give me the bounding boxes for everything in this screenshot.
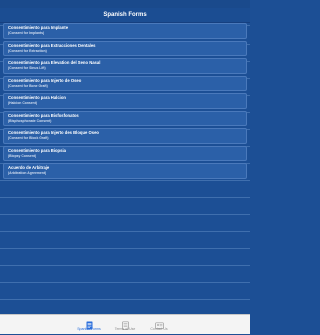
forms-table[interactable]: Consentimiento para Implante (Consent fo… — [0, 23, 250, 314]
form-row-block-graft-consent[interactable]: Consentimiento para Injerto des Bloque O… — [3, 128, 247, 144]
document-icon — [85, 317, 94, 330]
status-bar — [0, 0, 250, 8]
tab-contact-us[interactable]: Contact Us — [139, 315, 179, 334]
form-row-arbitration-agreement[interactable]: Acuerdo de Arbitraje (Arbitration Agreem… — [3, 163, 247, 179]
tab-label: Contact Us — [150, 327, 168, 331]
forms-list: Consentimiento para Implante (Consent fo… — [3, 23, 247, 181]
form-subtitle: (Consent for Bone Graft) — [8, 83, 48, 88]
form-row-implant-consent[interactable]: Consentimiento para Implante (Consent fo… — [3, 23, 247, 39]
form-subtitle: (Consent for Extraction) — [8, 48, 47, 53]
form-row-sinus-lift-consent[interactable]: Consentimiento para Elevation del Seno N… — [3, 58, 247, 74]
contact-card-icon — [154, 317, 164, 329]
tab-bar: Spanish Forms Terms of Use Contact Us — [0, 314, 250, 334]
form-subtitle: (Consent for Implants) — [8, 31, 45, 35]
form-subtitle: (Halcion Consent) — [8, 101, 38, 105]
form-row-bisphosphonate-consent[interactable]: Consentimiento para Bisfosfonatos (Bisph… — [3, 110, 247, 126]
form-subtitle: (Bisphosphonate Consent) — [8, 118, 52, 123]
tab-spanish-forms[interactable]: Spanish Forms — [69, 315, 109, 334]
form-row-extraction-consent[interactable]: Consentimiento para Extracciones Dentale… — [3, 40, 247, 56]
navigation-bar: Spanish Forms — [0, 8, 250, 23]
form-subtitle: (Consent for Sinus Lift) — [8, 66, 46, 70]
form-row-bone-graft-consent[interactable]: Consentimiento para Injerto de Oseo (Con… — [3, 75, 247, 91]
form-subtitle: (Biopsy Consent) — [8, 153, 37, 158]
form-row-halcion-consent[interactable]: Consentimiento para Halcion (Halcion Con… — [3, 93, 247, 109]
page-title: Spanish Forms — [103, 12, 147, 18]
form-subtitle: (Arbitration Agreement) — [8, 171, 47, 175]
form-row-biopsy-consent[interactable]: Consentimiento para Biopsia (Biopsy Cons… — [3, 145, 247, 161]
tab-label: Spanish Forms — [77, 327, 101, 331]
form-subtitle: (Consent for Block Graft) — [8, 136, 49, 140]
terms-icon — [121, 317, 130, 330]
